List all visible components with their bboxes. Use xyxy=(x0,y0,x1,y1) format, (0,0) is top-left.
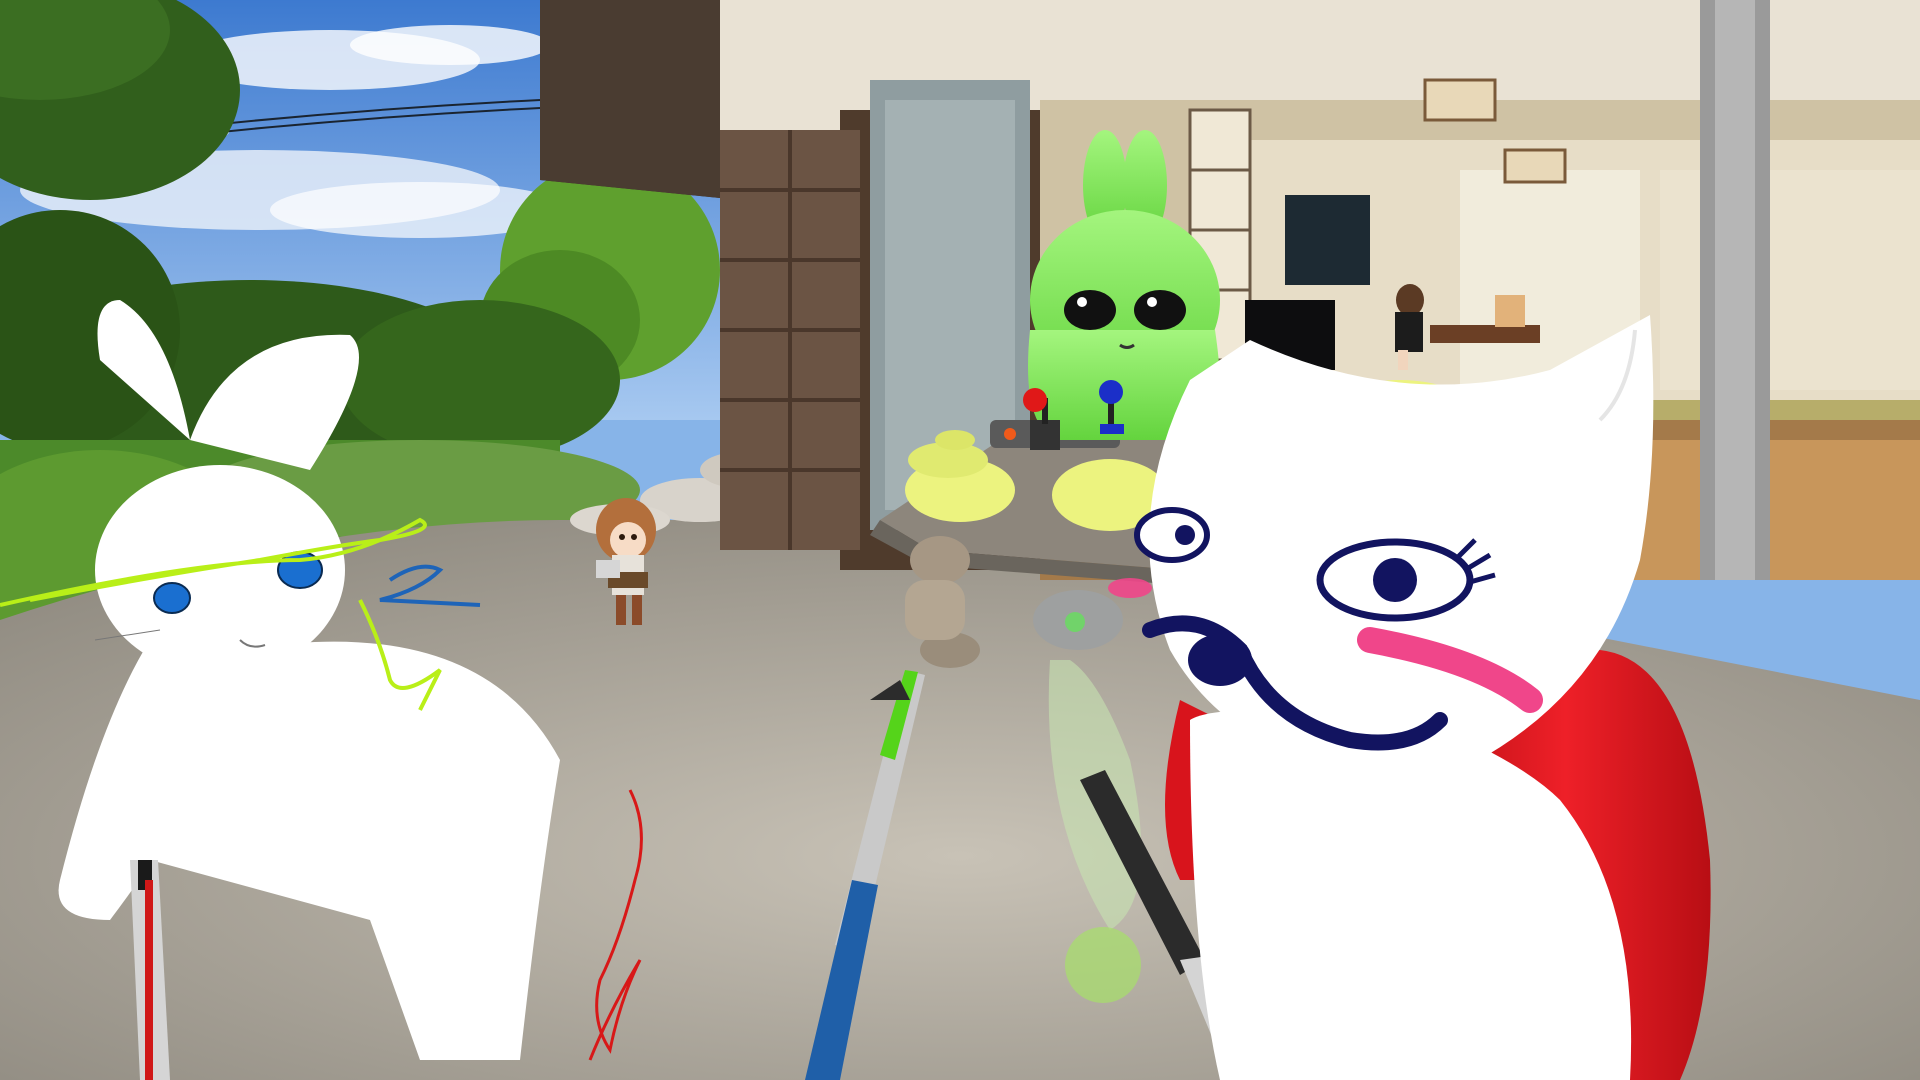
green-orb xyxy=(1065,927,1141,1003)
vr-world-viewport xyxy=(0,0,1920,1080)
